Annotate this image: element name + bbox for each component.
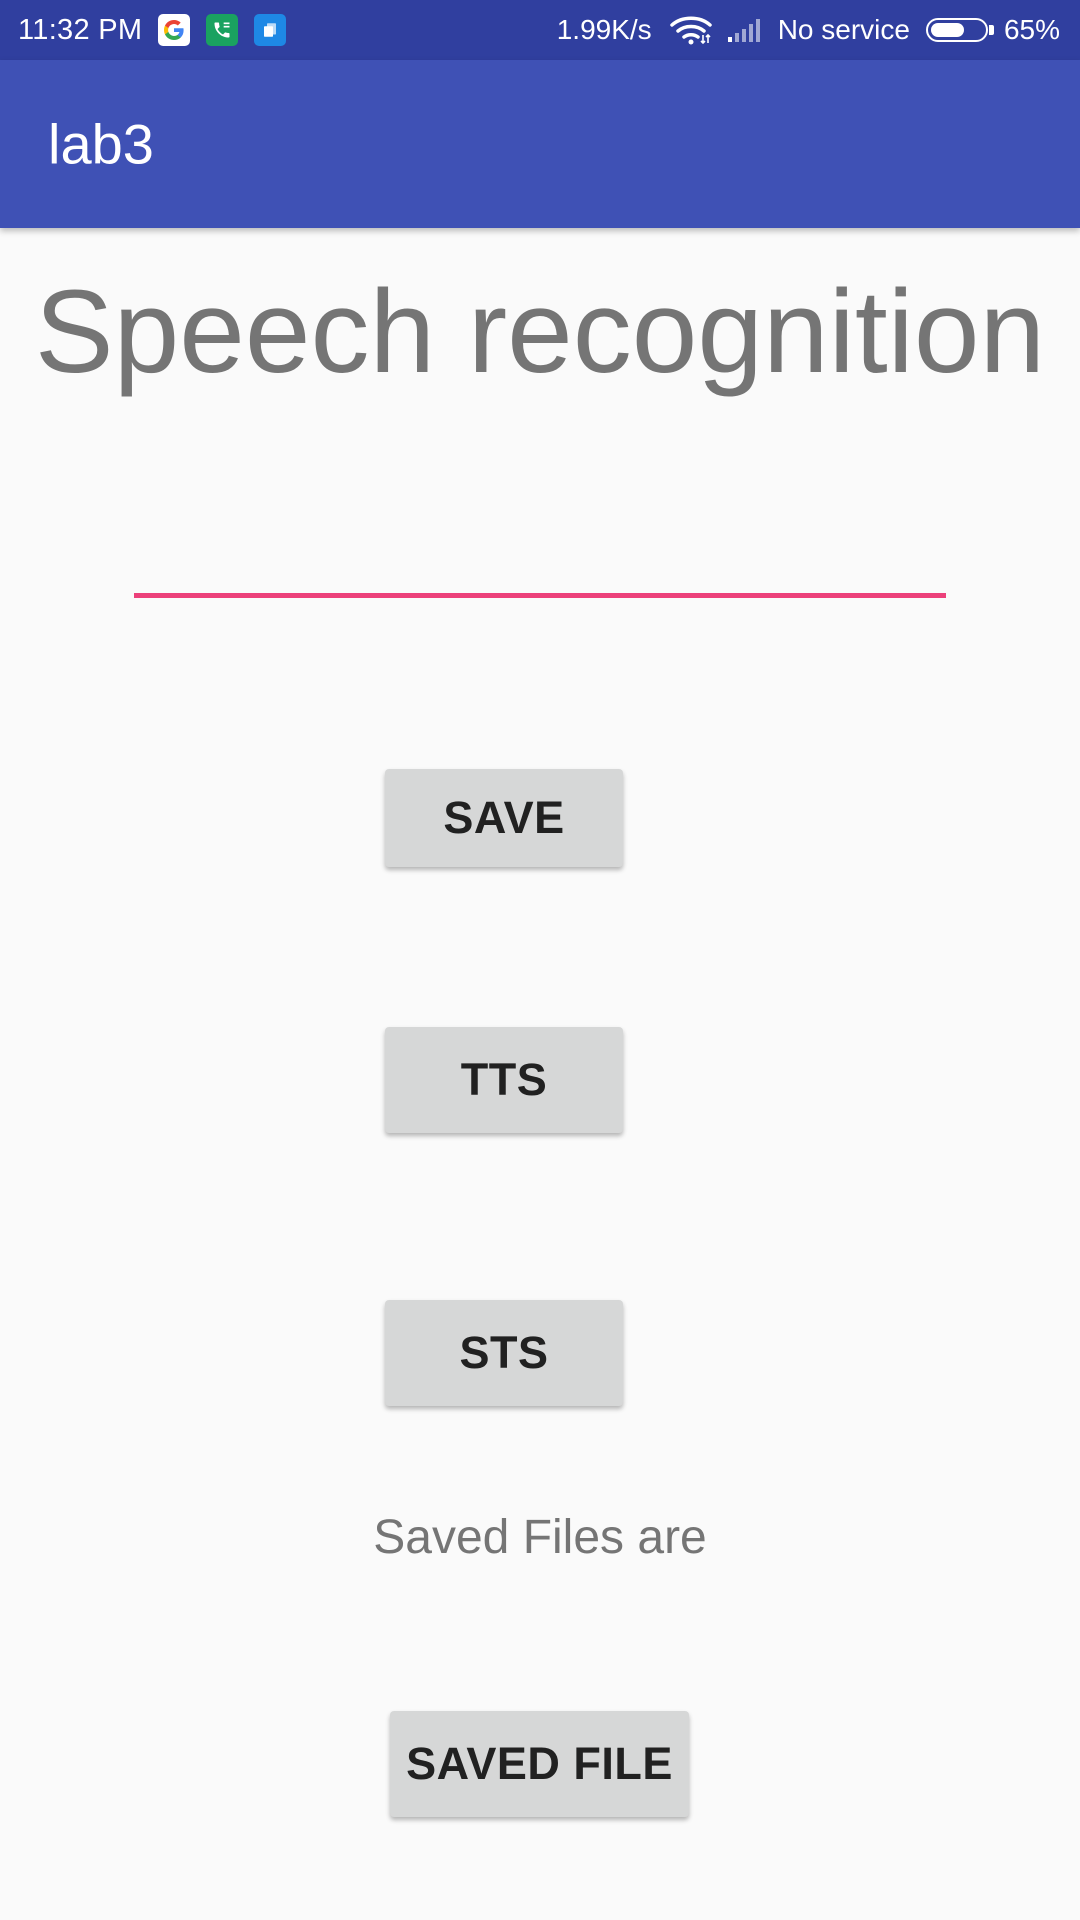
- phone-icon: [206, 14, 239, 46]
- battery-body: [925, 18, 988, 42]
- service-status: No service: [777, 14, 910, 45]
- app-title: lab3: [48, 112, 154, 176]
- status-time: 11:32 PM: [18, 13, 143, 46]
- status-left: 11:32 PM: [18, 0, 287, 60]
- battery-icon: [925, 18, 994, 42]
- app-bar: lab3: [0, 60, 1080, 228]
- save-button[interactable]: SAVE: [385, 769, 623, 867]
- speech-text-input[interactable]: [134, 420, 946, 598]
- signal-icon: [726, 17, 764, 43]
- status-right: 1.99K/s No service 65%: [557, 0, 1060, 60]
- battery-percent: 65%: [1003, 14, 1060, 45]
- saved-files-label: Saved Files are: [373, 1511, 707, 1564]
- google-icon: [158, 14, 191, 46]
- battery-fill: [930, 23, 964, 37]
- status-bar: 11:32 PM 1.99K/s No service 65%: [0, 0, 1080, 60]
- network-speed: 1.99K/s: [556, 14, 652, 45]
- battery-tip: [988, 25, 994, 35]
- tts-button[interactable]: TTS: [385, 1027, 623, 1133]
- files-icon: [254, 14, 287, 46]
- sts-button[interactable]: STS: [385, 1300, 623, 1406]
- wifi-icon: [669, 15, 712, 45]
- saved-file-button[interactable]: SAVED FILE: [390, 1711, 689, 1817]
- page-title: Speech recognition: [34, 266, 1046, 398]
